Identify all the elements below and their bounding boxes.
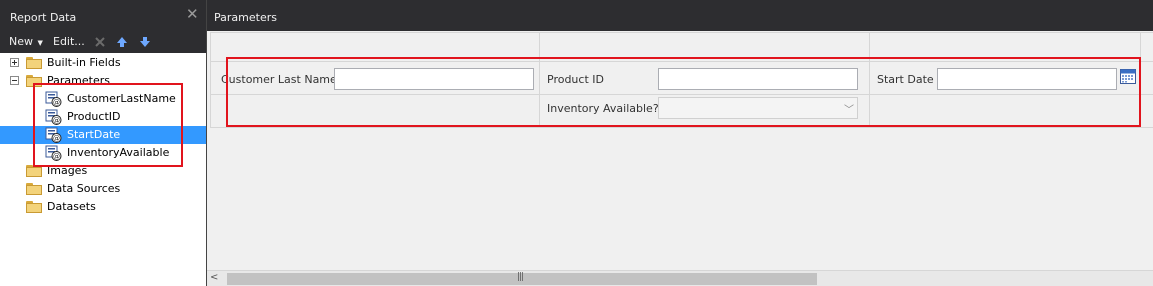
- product-id-label: Product ID: [547, 73, 604, 86]
- parameters-header: Parameters: [207, 0, 1153, 31]
- svg-text:@: @: [53, 117, 60, 125]
- inventory-available-label: Inventory Available?: [547, 102, 659, 115]
- tree-item-label: Images: [47, 164, 88, 177]
- new-button-label: New: [9, 35, 33, 48]
- grid-line: [539, 32, 540, 128]
- grid-line: [210, 61, 1153, 62]
- horizontal-scrollbar[interactable]: < |||: [207, 270, 1153, 286]
- calendar-icon[interactable]: [1120, 69, 1136, 84]
- chevron-down-icon[interactable]: ﹀: [844, 101, 854, 116]
- tree-item-startdate[interactable]: @ StartDate: [0, 126, 206, 144]
- start-date-input[interactable]: [937, 68, 1117, 90]
- collapse-icon[interactable]: [10, 76, 19, 85]
- report-data-toolbar: New ▼ Edit...: [0, 31, 206, 53]
- svg-text:@: @: [53, 99, 60, 107]
- folder-icon: [26, 57, 42, 69]
- scrollbar-thumb[interactable]: |||: [227, 272, 817, 285]
- parameter-icon: @: [45, 145, 62, 161]
- tree-item-label: Datasets: [47, 200, 96, 213]
- tree-item-productid[interactable]: @ ProductID: [0, 108, 206, 126]
- parameter-icon: @: [45, 109, 62, 125]
- svg-text:@: @: [53, 153, 60, 161]
- arrow-up-icon[interactable]: [115, 35, 129, 49]
- customer-last-name-input[interactable]: [334, 68, 534, 90]
- tree-item-label: InventoryAvailable: [67, 146, 170, 159]
- folder-icon: [26, 165, 42, 177]
- grid-line: [210, 32, 1153, 33]
- chevron-down-icon: ▼: [37, 39, 43, 47]
- grid-line: [210, 127, 1153, 128]
- tree-item-label: StartDate: [67, 128, 121, 141]
- grid-line: [869, 32, 870, 128]
- folder-open-icon: [26, 75, 42, 87]
- tree-item-label: Built-in Fields: [47, 56, 121, 69]
- tree-item-label: Data Sources: [47, 182, 121, 195]
- grid-line: [1140, 32, 1141, 128]
- report-data-panel: Report Data ✕ New ▼ Edit... Built-in Fie…: [0, 0, 206, 286]
- expand-icon[interactable]: [10, 58, 19, 67]
- parameter-icon: @: [45, 91, 62, 107]
- edit-button[interactable]: Edit...: [53, 35, 85, 48]
- close-icon[interactable]: ✕: [186, 7, 199, 22]
- inventory-available-dropdown[interactable]: ﹀: [658, 97, 858, 119]
- delete-icon[interactable]: [93, 35, 107, 49]
- tree-item-datasets[interactable]: Datasets: [0, 198, 206, 216]
- tree-item-label: CustomerLastName: [67, 92, 176, 105]
- arrow-down-icon[interactable]: [138, 35, 152, 49]
- tree-item-images[interactable]: Images: [0, 162, 206, 180]
- folder-icon: [26, 201, 42, 213]
- grid-line: [210, 94, 1153, 95]
- folder-icon: [26, 183, 42, 195]
- start-date-label: Start Date: [877, 73, 934, 86]
- panel-title: Report Data: [10, 11, 77, 24]
- product-id-input[interactable]: [658, 68, 858, 90]
- tree-item-label: Parameters: [47, 74, 110, 87]
- pane-title: Parameters: [214, 11, 277, 24]
- grid-line: [210, 32, 211, 128]
- parameter-icon: @: [45, 127, 62, 143]
- report-data-header: Report Data ✕: [0, 0, 206, 31]
- tree-item-customerlastname[interactable]: @ CustomerLastName: [0, 90, 206, 108]
- tree-item-label: ProductID: [67, 110, 121, 123]
- tree-item-built-in-fields[interactable]: Built-in Fields: [0, 54, 206, 72]
- new-button[interactable]: New ▼: [9, 35, 43, 48]
- tree-item-data-sources[interactable]: Data Sources: [0, 180, 206, 198]
- grip-icon: |||: [517, 272, 524, 282]
- parameters-canvas: Customer Last Name Product ID Start Date…: [207, 31, 1153, 286]
- report-data-tree: Built-in Fields Parameters @ CustomerLas…: [0, 53, 206, 286]
- tree-item-inventoryavailable[interactable]: @ InventoryAvailable: [0, 144, 206, 162]
- tree-item-parameters[interactable]: Parameters: [0, 72, 206, 90]
- customer-last-name-label: Customer Last Name: [221, 73, 337, 86]
- svg-text:@: @: [53, 135, 60, 143]
- scroll-left-icon[interactable]: <: [210, 272, 218, 283]
